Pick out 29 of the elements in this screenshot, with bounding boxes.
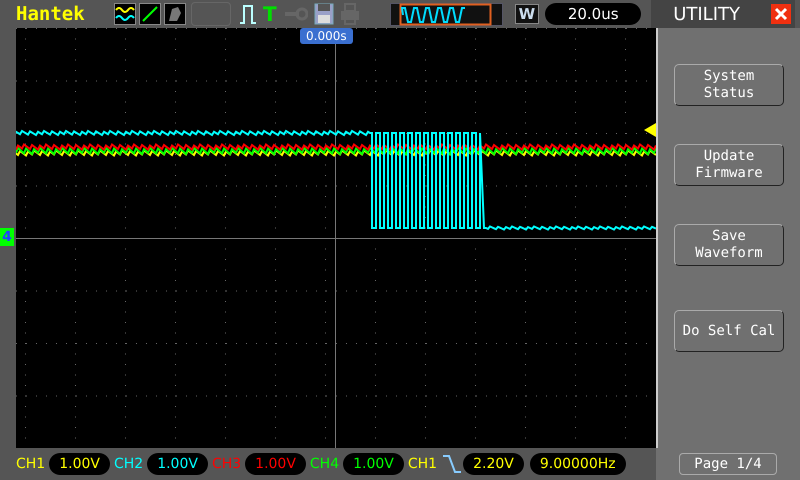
menu-button[interactable]: Save Waveform — [674, 224, 784, 266]
frequency-readout: 9.00000Hz — [530, 453, 626, 475]
xy-line-icon[interactable] — [139, 3, 161, 25]
dual-wave-icon[interactable] — [114, 3, 136, 25]
channel-scale-readout: 1.00V — [147, 453, 208, 475]
menu-title: UTILITY — [673, 4, 740, 24]
brand-logo: Hantek — [16, 3, 86, 25]
channel-label[interactable]: CH1 — [16, 456, 46, 472]
channel-scale-readout: 1.00V — [245, 453, 306, 475]
menu-button[interactable]: Update Firmware — [674, 144, 784, 186]
page-button[interactable]: Page 1/4 — [679, 453, 777, 475]
menu-button[interactable]: Do Self Cal — [674, 310, 784, 352]
zoom-button[interactable]: W — [514, 4, 540, 24]
trigger-level-marker-icon[interactable] — [644, 123, 656, 137]
waveform-overview-icon — [390, 2, 503, 26]
timebase-readout: 20.0us — [545, 3, 642, 25]
falling-edge-icon — [441, 454, 462, 474]
pulse-icon[interactable] — [239, 3, 257, 25]
trigger-source-label: CH1 — [408, 456, 438, 472]
trigger-level-readout: 2.20V — [463, 453, 524, 475]
trigger-mode-label: T — [263, 2, 277, 26]
channel-scale-readout: 1.00V — [49, 453, 110, 475]
menu-button[interactable]: System Status — [674, 64, 784, 106]
channel-label[interactable]: CH2 — [114, 456, 144, 472]
close-icon[interactable] — [771, 4, 792, 24]
channel-label[interactable]: CH4 — [310, 456, 340, 472]
channel-scale-readout: 1.00V — [343, 453, 404, 475]
channel-ground-marker[interactable]: 4 — [0, 228, 14, 246]
trigger-position-marker[interactable]: 0.000s — [300, 28, 353, 44]
